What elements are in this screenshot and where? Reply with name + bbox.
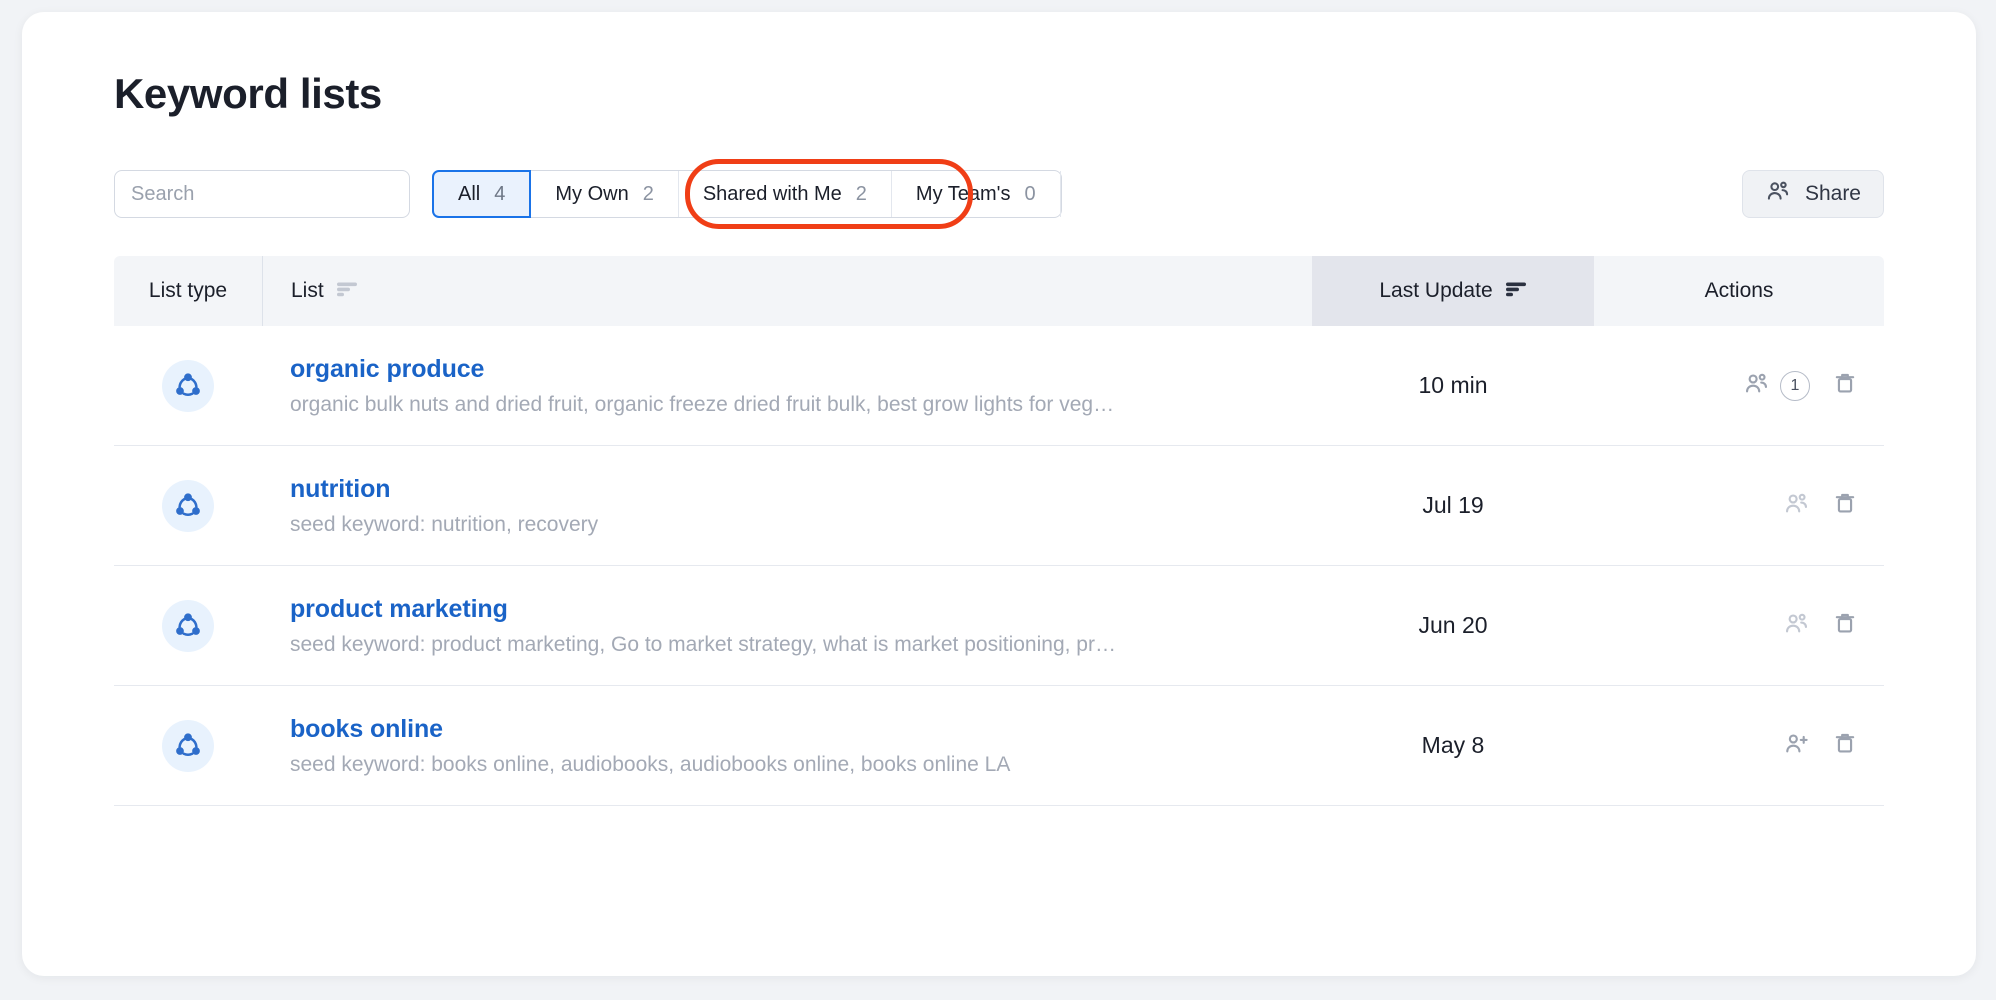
cell-list: product marketing seed keyword: product … xyxy=(262,595,1312,657)
tab-my-teams-label: My Team's xyxy=(916,183,1011,206)
row-share-button[interactable]: 1 xyxy=(1743,370,1810,402)
list-name-link[interactable]: books online xyxy=(290,715,443,744)
search-input[interactable] xyxy=(115,171,410,217)
column-header-actions-label: Actions xyxy=(1705,279,1774,303)
page-root: Keyword lists All 4 xyxy=(0,0,1996,1000)
tab-my-own[interactable]: My Own 2 xyxy=(531,171,678,217)
cell-actions xyxy=(1594,490,1884,522)
row-share-button[interactable] xyxy=(1783,490,1810,522)
column-header-last-update-label: Last Update xyxy=(1379,279,1492,303)
row-share-button[interactable] xyxy=(1783,610,1810,642)
column-header-list-label: List xyxy=(291,279,324,303)
people-share-icon xyxy=(1783,610,1810,642)
cell-list-type xyxy=(114,360,262,412)
column-header-list-type: List type xyxy=(114,256,262,326)
cell-actions: 1 xyxy=(1594,370,1884,402)
tab-my-own-label: My Own xyxy=(555,183,628,206)
list-description: seed keyword: nutrition, recovery xyxy=(290,513,1310,537)
list-name-link[interactable]: product marketing xyxy=(290,595,508,624)
row-delete-button[interactable] xyxy=(1832,370,1858,401)
cell-list-type xyxy=(114,600,262,652)
tab-all[interactable]: All 4 xyxy=(432,170,531,218)
trash-icon xyxy=(1832,610,1858,641)
toolbar: All 4 My Own 2 Shared with Me 2 My Team'… xyxy=(114,170,1884,218)
share-count-badge: 1 xyxy=(1780,371,1810,401)
share-network-icon xyxy=(162,360,214,412)
share-network-icon xyxy=(162,600,214,652)
row-delete-button[interactable] xyxy=(1832,610,1858,641)
sort-icon-active xyxy=(1505,279,1527,303)
people-share-icon xyxy=(1743,370,1770,402)
table-row: product marketing seed keyword: product … xyxy=(114,566,1884,686)
table-header-row: List type List Last Update xyxy=(114,256,1884,326)
trash-icon xyxy=(1832,730,1858,761)
tab-all-label: All xyxy=(458,183,480,206)
cell-list-type xyxy=(114,480,262,532)
cell-list: organic produce organic bulk nuts and dr… xyxy=(262,355,1312,417)
list-description: seed keyword: books online, audiobooks, … xyxy=(290,753,1310,777)
cell-last-update: Jul 19 xyxy=(1312,492,1594,519)
tab-all-count: 4 xyxy=(494,183,505,206)
row-add-person-button[interactable] xyxy=(1783,730,1810,762)
cell-list-type xyxy=(114,720,262,772)
cell-actions xyxy=(1594,610,1884,642)
cell-last-update: 10 min xyxy=(1312,372,1594,399)
keyword-lists-table: List type List Last Update xyxy=(114,256,1884,806)
tab-my-teams[interactable]: My Team's 0 xyxy=(892,171,1061,217)
person-add-icon xyxy=(1783,730,1810,762)
tab-shared-with-me-label: Shared with Me xyxy=(703,183,842,206)
search-box[interactable] xyxy=(114,170,410,218)
cell-list: books online seed keyword: books online,… xyxy=(262,715,1312,777)
cell-last-update: Jun 20 xyxy=(1312,612,1594,639)
row-delete-button[interactable] xyxy=(1832,730,1858,761)
row-delete-button[interactable] xyxy=(1832,490,1858,521)
tab-shared-with-me-count: 2 xyxy=(856,183,867,206)
table-row: books online seed keyword: books online,… xyxy=(114,686,1884,806)
list-name-link[interactable]: nutrition xyxy=(290,475,390,504)
tab-my-teams-count: 0 xyxy=(1025,183,1036,206)
column-header-list[interactable]: List xyxy=(262,256,1312,326)
share-button-label: Share xyxy=(1805,182,1861,206)
page-title: Keyword lists xyxy=(114,70,1976,118)
tab-my-own-count: 2 xyxy=(643,183,654,206)
column-header-last-update[interactable]: Last Update xyxy=(1312,256,1594,326)
trash-icon xyxy=(1832,490,1858,521)
people-share-icon xyxy=(1765,178,1791,210)
cell-actions xyxy=(1594,730,1884,762)
table-row: nutrition seed keyword: nutrition, recov… xyxy=(114,446,1884,566)
column-header-actions: Actions xyxy=(1594,256,1884,326)
filter-tabs: All 4 My Own 2 Shared with Me 2 My Team'… xyxy=(432,170,1062,218)
column-header-list-type-label: List type xyxy=(149,279,227,303)
keyword-lists-card: Keyword lists All 4 xyxy=(22,12,1976,976)
sort-icon xyxy=(336,279,358,303)
people-share-icon xyxy=(1783,490,1810,522)
tab-shared-with-me[interactable]: Shared with Me 2 xyxy=(679,171,892,217)
list-description: organic bulk nuts and dried fruit, organ… xyxy=(290,393,1310,417)
share-network-icon xyxy=(162,720,214,772)
trash-icon xyxy=(1832,370,1858,401)
list-description: seed keyword: product marketing, Go to m… xyxy=(290,633,1310,657)
list-name-link[interactable]: organic produce xyxy=(290,355,484,384)
cell-list: nutrition seed keyword: nutrition, recov… xyxy=(262,475,1312,537)
share-button[interactable]: Share xyxy=(1742,170,1884,218)
table-row: organic produce organic bulk nuts and dr… xyxy=(114,326,1884,446)
cell-last-update: May 8 xyxy=(1312,732,1594,759)
share-network-icon xyxy=(162,480,214,532)
